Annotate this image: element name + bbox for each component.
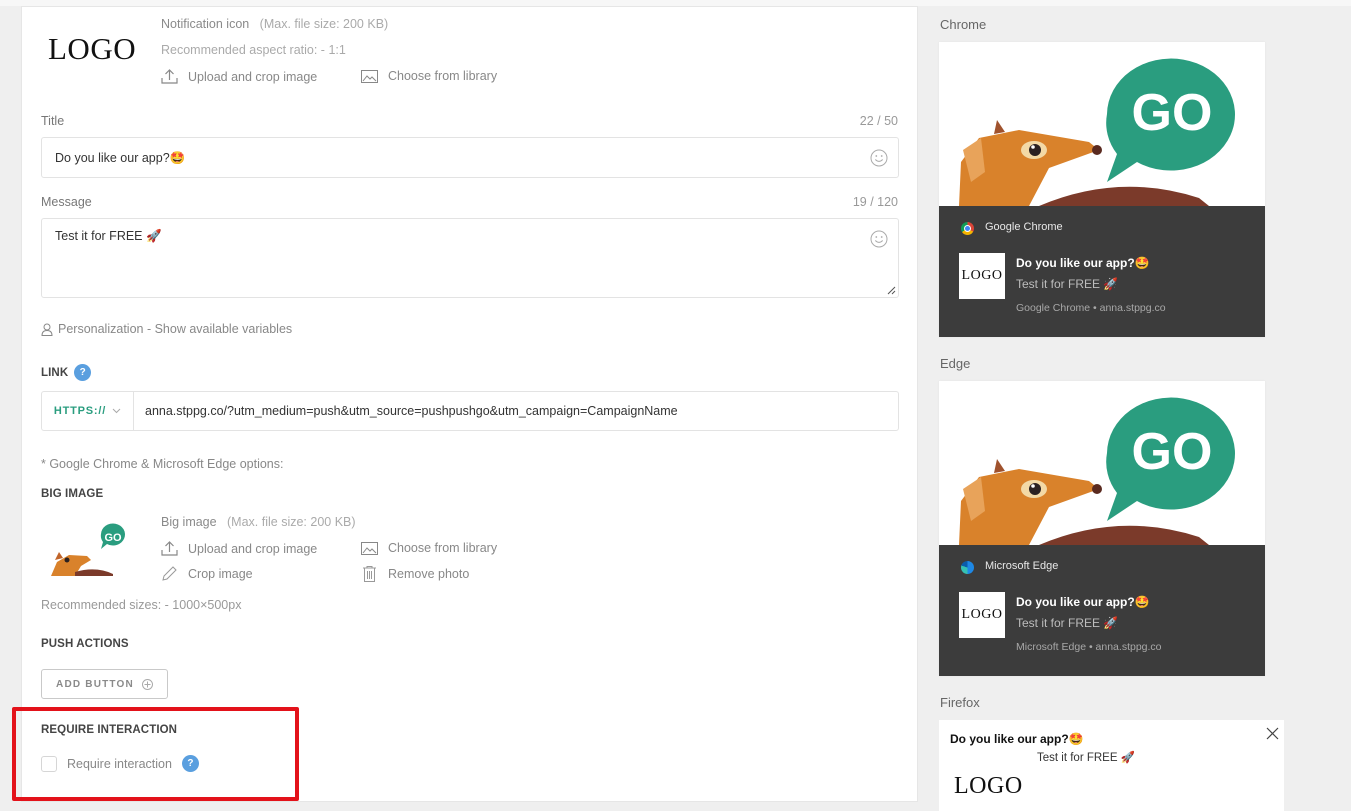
big-image-title: Big image bbox=[161, 515, 217, 529]
resize-handle-icon[interactable] bbox=[886, 285, 896, 295]
title-input[interactable]: Do you like our app?🤩 bbox=[41, 137, 899, 178]
big-image-info: Big image (Max. file size: 200 KB) bbox=[161, 515, 356, 529]
chrome-notification-title: Do you like our app?🤩 bbox=[1016, 256, 1150, 270]
image-library-icon bbox=[361, 541, 378, 555]
edge-notification-logo: LOGO bbox=[959, 592, 1005, 638]
edge-preview: GO Microsoft Edge LOGO Do you like our a… bbox=[939, 381, 1265, 676]
title-value: Do you like our app?🤩 bbox=[55, 151, 186, 165]
big-image-library-button[interactable]: Choose from library bbox=[361, 541, 497, 555]
protocol-value: HTTPS:// bbox=[53, 405, 107, 417]
edge-notification-title: Do you like our app?🤩 bbox=[1016, 595, 1150, 609]
notification-form-card: LOGO Notification icon (Max. file size: … bbox=[21, 6, 918, 802]
message-value: Test it for FREE 🚀 bbox=[55, 229, 162, 243]
upload-label: Upload and crop image bbox=[188, 541, 318, 556]
recommended-sizes: Recommended sizes: - 1000×500px bbox=[41, 598, 242, 612]
edge-notification: Microsoft Edge LOGO Do you like our app?… bbox=[939, 545, 1265, 676]
title-label: Title bbox=[41, 114, 65, 128]
edge-icon bbox=[961, 561, 974, 574]
notification-icon-title: Notification icon bbox=[161, 17, 250, 31]
chrome-icon bbox=[961, 222, 974, 235]
add-button[interactable]: ADD BUTTON bbox=[41, 669, 168, 699]
edge-notification-message: Test it for FREE 🚀 bbox=[1016, 616, 1119, 630]
aspect-ratio-note: Recommended aspect ratio: - 1:1 bbox=[161, 43, 346, 57]
firefox-preview: Do you like our app?🤩 Test it for FREE 🚀… bbox=[939, 720, 1284, 811]
big-image-upload-button[interactable]: Upload and crop image bbox=[161, 541, 317, 556]
library-label: Choose from library bbox=[388, 69, 498, 83]
emoji-picker-icon[interactable] bbox=[870, 149, 888, 167]
upload-icon bbox=[161, 541, 178, 556]
close-icon[interactable] bbox=[1266, 727, 1279, 740]
link-section-title: LINK bbox=[41, 366, 69, 379]
chrome-browser-name: Google Chrome bbox=[985, 221, 1063, 233]
message-counter: 19 / 120 bbox=[852, 195, 898, 209]
browser-options-note: * Google Chrome & Microsoft Edge options… bbox=[41, 457, 284, 471]
chevron-down-icon bbox=[112, 408, 121, 414]
image-library-icon bbox=[361, 69, 378, 83]
chrome-notification: Google Chrome LOGO Do you like our app?🤩… bbox=[939, 206, 1265, 337]
notification-icon-preview: LOGO bbox=[48, 31, 137, 66]
title-counter: 22 / 50 bbox=[859, 114, 898, 128]
chrome-big-image: GO bbox=[939, 42, 1265, 206]
big-image-illustration: GO bbox=[959, 397, 1235, 545]
notification-icon-max-size: (Max. file size: 200 KB) bbox=[259, 17, 389, 31]
notification-icon-info: Notification icon (Max. file size: 200 K… bbox=[161, 17, 388, 31]
personalization-label: Personalization - Show available variabl… bbox=[58, 322, 293, 336]
chrome-notification-footer: Google Chrome • anna.stppg.co bbox=[1016, 302, 1166, 314]
big-image-illustration: GO bbox=[959, 58, 1235, 206]
remove-photo-button[interactable]: Remove photo bbox=[361, 566, 469, 582]
big-image-section-title: BIG IMAGE bbox=[41, 488, 104, 500]
add-button-label: ADD BUTTON bbox=[56, 678, 134, 690]
trash-icon bbox=[363, 566, 376, 582]
library-label: Choose from library bbox=[388, 541, 498, 555]
personalization-link[interactable]: Personalization - Show available variabl… bbox=[41, 322, 292, 336]
chrome-go-text: GO bbox=[1132, 84, 1213, 142]
highlight-box bbox=[12, 707, 299, 801]
upload-icon bbox=[161, 69, 178, 84]
firefox-notification-message: Test it for FREE 🚀 bbox=[1037, 752, 1136, 764]
push-actions-section-title: PUSH ACTIONS bbox=[41, 638, 129, 650]
user-icon bbox=[41, 323, 53, 336]
edge-notification-footer: Microsoft Edge • anna.stppg.co bbox=[1016, 641, 1162, 653]
edge-go-text: GO bbox=[1132, 423, 1213, 481]
upload-label: Upload and crop image bbox=[188, 69, 318, 84]
protocol-select[interactable]: HTTPS:// bbox=[42, 392, 134, 430]
emoji-picker-icon[interactable] bbox=[870, 230, 888, 248]
link-help-icon[interactable]: ? bbox=[74, 364, 92, 381]
big-image-illustration: GO bbox=[51, 523, 125, 576]
big-image-go-text: GO bbox=[104, 532, 122, 544]
remove-label: Remove photo bbox=[388, 567, 470, 581]
edge-preview-label: Edge bbox=[940, 356, 971, 371]
upload-icon-button[interactable]: Upload and crop image bbox=[161, 69, 317, 84]
message-textarea[interactable]: Test it for FREE 🚀 bbox=[41, 218, 899, 298]
crop-label: Crop image bbox=[188, 567, 253, 581]
edge-browser-name: Microsoft Edge bbox=[985, 560, 1059, 572]
edge-big-image: GO bbox=[939, 381, 1265, 545]
pencil-icon bbox=[162, 566, 177, 581]
choose-library-button[interactable]: Choose from library bbox=[361, 69, 497, 83]
chrome-notification-message: Test it for FREE 🚀 bbox=[1016, 277, 1119, 291]
chrome-preview-label: Chrome bbox=[940, 17, 987, 32]
firefox-notification-title: Do you like our app?🤩 bbox=[950, 732, 1084, 746]
plus-circle-icon bbox=[141, 678, 153, 690]
link-input-group: HTTPS:// anna.stppg.co/?utm_medium=push&… bbox=[41, 391, 899, 431]
chrome-notification-logo: LOGO bbox=[959, 253, 1005, 299]
link-url-input[interactable]: anna.stppg.co/?utm_medium=push&utm_sourc… bbox=[145, 404, 678, 418]
message-label: Message bbox=[41, 195, 92, 209]
link-section-header: LINK ? bbox=[41, 364, 92, 381]
firefox-preview-label: Firefox bbox=[940, 695, 980, 710]
firefox-notification-logo: LOGO bbox=[954, 773, 1023, 799]
crop-image-button[interactable]: Crop image bbox=[161, 566, 253, 582]
big-image-max-size: (Max. file size: 200 KB) bbox=[227, 515, 356, 529]
big-image-thumbnail: GO bbox=[51, 522, 135, 576]
chrome-preview: GO Google Chrome LOGO Do you like our ap… bbox=[939, 42, 1265, 337]
